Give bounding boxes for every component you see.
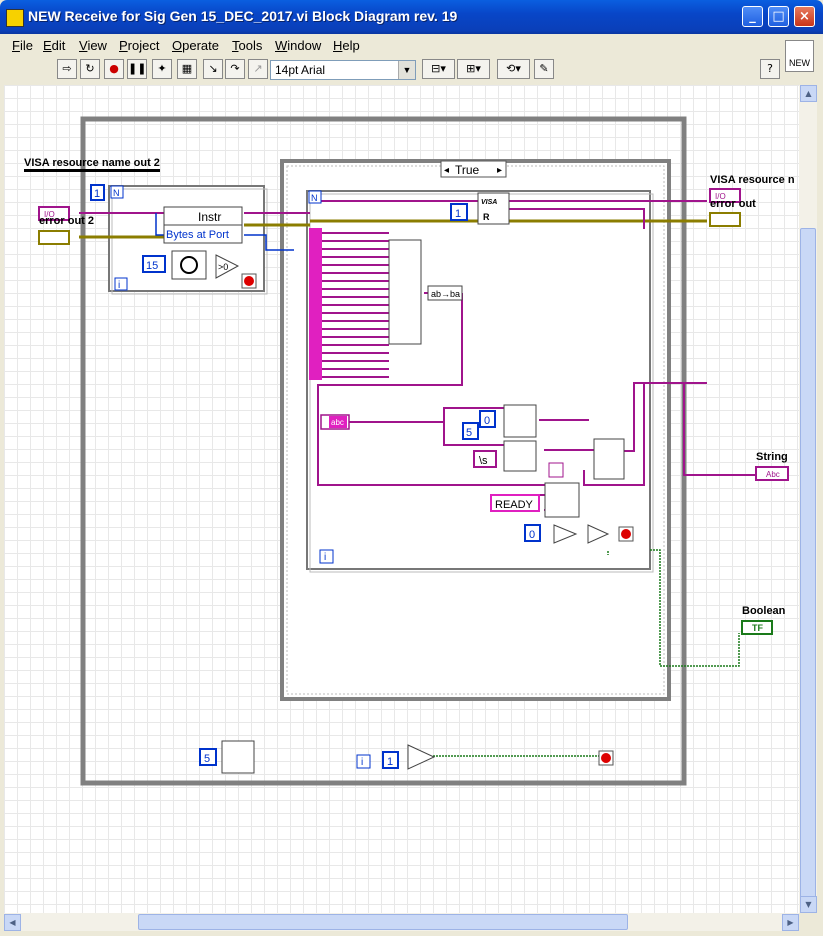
- wait-ms-icon[interactable]: [171, 250, 207, 280]
- iteration-terminal-a-text: i: [118, 280, 120, 291]
- window-title: NEW Receive for Sig Gen 15_DEC_2017.vi B…: [28, 8, 458, 24]
- constant-five-b-text: 5: [466, 427, 472, 439]
- font-selector-value: 14pt Arial: [275, 63, 326, 77]
- vi-icon-label: NEW: [789, 58, 810, 68]
- abc-label-a: abc: [331, 418, 344, 427]
- abort-icon[interactable]: ●: [104, 59, 124, 79]
- scroll-down-icon[interactable]: ▼: [800, 896, 817, 913]
- string-to-bytes-text: ab→ba: [431, 289, 460, 299]
- block-diagram-canvas[interactable]: ◂ ▸ True I/O I/O Abc TF 1 N Instr Bytes …: [4, 85, 799, 913]
- menu-tools[interactable]: Tools: [232, 38, 262, 53]
- menu-help[interactable]: Help: [333, 38, 360, 53]
- highlight-execution-icon[interactable]: ✦: [152, 59, 172, 79]
- menu-file[interactable]: File: [12, 38, 33, 53]
- constant-five-a-text: 5: [204, 753, 210, 765]
- greater-than-icon[interactable]: [407, 744, 436, 770]
- error-out-2-label: error out 2: [39, 215, 95, 227]
- empty-string-constant[interactable]: [548, 462, 564, 478]
- constant-zero-b-text: 0: [529, 529, 535, 541]
- context-help-icon[interactable]: ?: [760, 59, 780, 79]
- title-bar[interactable]: NEW Receive for Sig Gen 15_DEC_2017.vi B…: [0, 0, 823, 34]
- search-split-string-icon[interactable]: [544, 482, 580, 518]
- constant-one-a-text: 1: [94, 188, 100, 200]
- run-arrow-icon[interactable]: ⇨: [57, 59, 77, 79]
- abc-label-b: Abc: [766, 470, 780, 479]
- menu-view[interactable]: View: [79, 38, 107, 53]
- tf-label: TF: [752, 623, 763, 633]
- byte-array-constants[interactable]: [309, 228, 322, 380]
- wait-until-next-ms-icon[interactable]: [221, 740, 255, 774]
- constant-backslash-s-text: \s: [479, 455, 488, 467]
- scroll-right-icon[interactable]: ▶: [782, 914, 799, 931]
- visa-out-label: VISA resource n: [710, 174, 795, 186]
- vertical-scroll-thumb[interactable]: [800, 228, 816, 910]
- count-terminal-a-text: N: [113, 188, 120, 198]
- visa-read-text: VISA: [481, 199, 497, 206]
- vi-connector-icon[interactable]: NEW: [785, 40, 814, 72]
- scroll-left-icon[interactable]: ◀: [4, 914, 21, 931]
- property-instr-text: Instr: [198, 210, 221, 224]
- menu-project[interactable]: Project: [119, 38, 159, 53]
- build-array-icon[interactable]: [388, 239, 422, 345]
- svg-text:▸: ▸: [497, 165, 502, 176]
- align-objects-icon[interactable]: ⊟▾: [422, 59, 455, 79]
- iteration-terminal-c: [356, 754, 371, 769]
- menu-bar: File Edit View Project Operate Tools Win…: [4, 34, 785, 56]
- menu-edit[interactable]: Edit: [43, 38, 65, 53]
- property-bytes-at-port-text: Bytes at Port: [166, 229, 229, 241]
- diagram-svg: ◂ ▸ True I/O I/O Abc TF 1 N Instr Bytes …: [38, 116, 789, 786]
- clean-up-diagram-icon[interactable]: ✎: [534, 59, 554, 79]
- retain-wire-values-icon[interactable]: ▦: [177, 59, 197, 79]
- iteration-terminal-b: [319, 549, 334, 564]
- svg-text:◂: ◂: [444, 165, 449, 176]
- concatenate-strings-icon[interactable]: [593, 438, 625, 480]
- count-terminal-b-text: N: [311, 193, 318, 203]
- boolean-label: Boolean: [742, 605, 786, 617]
- close-button[interactable]: ×: [794, 6, 815, 27]
- svg-text:R: R: [483, 212, 490, 222]
- pause-icon[interactable]: ❚❚: [127, 59, 147, 79]
- case-selector-text: True: [455, 163, 480, 177]
- iteration-terminal-a: [114, 277, 128, 291]
- string-label: String: [756, 451, 788, 463]
- iteration-terminal-c-text: i: [361, 757, 363, 768]
- constant-zero-a-text: 0: [484, 415, 490, 427]
- compare-zero-text: >0: [218, 262, 228, 272]
- string-subset-icon[interactable]: [503, 404, 537, 438]
- run-continuously-icon[interactable]: ↻: [80, 59, 100, 79]
- chevron-down-icon[interactable]: ▼: [398, 61, 415, 79]
- step-into-icon[interactable]: ↘: [203, 59, 223, 79]
- vertical-scrollbar[interactable]: ▲ ▼: [799, 85, 817, 913]
- scroll-up-icon[interactable]: ▲: [800, 85, 817, 102]
- maximize-button[interactable]: □: [768, 6, 789, 27]
- menu-operate[interactable]: Operate: [172, 38, 219, 53]
- iteration-terminal-b-text: i: [324, 552, 326, 563]
- error-in-terminal[interactable]: [38, 230, 70, 245]
- error-out-label: error out: [710, 198, 756, 210]
- horizontal-scrollbar[interactable]: ◀ ▶: [4, 913, 799, 931]
- constant-fifteen-text: 15: [146, 260, 158, 272]
- ready-string-text: READY: [495, 499, 534, 511]
- match-pattern-icon[interactable]: [503, 440, 537, 472]
- step-over-icon[interactable]: ↷: [225, 59, 245, 79]
- labview-vi-icon: [6, 9, 24, 27]
- horizontal-scroll-thumb[interactable]: [138, 914, 628, 930]
- minimize-button[interactable]: _: [742, 6, 763, 27]
- constant-one-b-text: 1: [455, 208, 461, 220]
- reorder-icon[interactable]: ⟲▾: [497, 59, 530, 79]
- constant-one-c-text: 1: [387, 756, 393, 768]
- error-out-terminal[interactable]: [709, 212, 741, 227]
- font-selector[interactable]: 14pt Arial ▼: [270, 60, 416, 80]
- menu-window[interactable]: Window: [275, 38, 321, 53]
- distribute-objects-icon[interactable]: ⊞▾: [457, 59, 490, 79]
- visa-out-2-label: VISA resource name out 2: [24, 157, 160, 172]
- step-out-icon[interactable]: ↗: [248, 59, 268, 79]
